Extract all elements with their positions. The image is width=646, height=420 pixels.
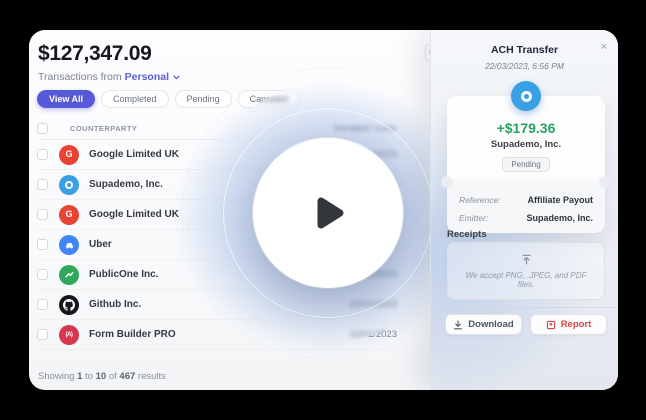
row-checkbox[interactable] bbox=[37, 269, 48, 280]
download-icon bbox=[453, 320, 463, 330]
supademo-icon bbox=[59, 175, 79, 195]
upload-icon bbox=[521, 254, 532, 265]
select-all-checkbox[interactable] bbox=[37, 123, 48, 134]
panel-title: ACH Transfer bbox=[431, 44, 618, 56]
supademo-ring bbox=[65, 181, 73, 189]
receipts-heading: Receipts bbox=[447, 229, 487, 240]
form-builder-icon: (A) bbox=[59, 325, 79, 345]
google-icon: G bbox=[59, 145, 79, 165]
transfer-amount: +$179.36 bbox=[459, 120, 593, 136]
filter-tab-canceled[interactable]: Canceled bbox=[238, 90, 300, 108]
report-button[interactable]: Report bbox=[530, 314, 607, 335]
perforation-notch bbox=[441, 176, 453, 188]
counterparty-name: Supademo, Inc. bbox=[89, 179, 163, 190]
counterparty-name: Google Limited UK bbox=[89, 209, 179, 220]
transfer-receipt-card: +$179.36 Supademo, Inc. Pending Referenc… bbox=[447, 96, 605, 233]
publicone-icon bbox=[59, 265, 79, 285]
counterparty-name: Google Limited UK bbox=[89, 149, 179, 160]
payment-date: 22/01/2023 bbox=[349, 329, 397, 340]
account-name[interactable]: Personal bbox=[125, 71, 169, 83]
row-checkbox[interactable] bbox=[37, 209, 48, 220]
supademo-ring bbox=[521, 91, 532, 102]
filter-tab-view-all[interactable]: View All bbox=[37, 90, 95, 108]
counterparty-name: Github Inc. bbox=[89, 299, 141, 310]
report-label: Report bbox=[561, 319, 592, 330]
status-badge: Pending bbox=[502, 157, 549, 172]
play-button[interactable] bbox=[253, 138, 403, 288]
counterparty-name: Uber bbox=[89, 239, 112, 250]
payment-date: 22/01/2023 bbox=[349, 299, 397, 310]
download-button[interactable]: Download bbox=[445, 314, 522, 335]
reference-value: Affiliate Payout bbox=[527, 195, 593, 205]
column-payment-date: PAYMENT DATE bbox=[334, 124, 397, 133]
supademo-avatar bbox=[511, 81, 541, 111]
report-flag-icon bbox=[546, 320, 556, 330]
play-icon bbox=[302, 187, 354, 239]
avatar-letter: G bbox=[65, 150, 72, 159]
receipt-upload-dropzone[interactable]: We accept PNG, .JPEG, and PDF files. bbox=[447, 242, 605, 300]
emitter-row: Emitter: Supademo, Inc. bbox=[459, 213, 593, 223]
table-row[interactable]: (A) Form Builder PRO 22/01/2023 bbox=[37, 320, 397, 350]
account-selector[interactable]: Transactions from Personal bbox=[38, 71, 180, 83]
transfer-detail-panel: ACH Transfer × 22/03/2023, 6:56 PM +$179… bbox=[430, 30, 618, 390]
receipt-card-top: +$179.36 Supademo, Inc. Pending bbox=[447, 96, 605, 182]
subtitle-text: Transactions from bbox=[38, 71, 122, 83]
transfer-payee: Supademo, Inc. bbox=[459, 139, 593, 150]
app-window: $127,347.09 Transactions from Personal V… bbox=[0, 0, 646, 420]
perforation-notch bbox=[599, 176, 611, 188]
row-checkbox[interactable] bbox=[37, 149, 48, 160]
avatar-letter: (A) bbox=[66, 332, 73, 338]
row-checkbox[interactable] bbox=[37, 299, 48, 310]
dashboard-card: $127,347.09 Transactions from Personal V… bbox=[29, 30, 618, 390]
uber-icon bbox=[59, 235, 79, 255]
reference-row: Reference: Affiliate Payout bbox=[459, 195, 593, 205]
filter-tabs: View All Completed Pending Canceled bbox=[37, 90, 300, 108]
row-checkbox[interactable] bbox=[37, 239, 48, 250]
column-counterparty: COUNTERPARTY bbox=[70, 124, 137, 133]
filter-tab-pending[interactable]: Pending bbox=[175, 90, 232, 108]
google-icon: G bbox=[59, 205, 79, 225]
reference-label: Reference: bbox=[459, 195, 501, 205]
counterparty-name: PublicOne Inc. bbox=[89, 269, 158, 280]
table-row[interactable]: Github Inc. 22/01/2023 bbox=[37, 290, 397, 320]
panel-actions: Download Report bbox=[445, 314, 607, 335]
filter-tab-completed[interactable]: Completed bbox=[101, 90, 169, 108]
emitter-value: Supademo, Inc. bbox=[526, 213, 593, 223]
panel-divider bbox=[431, 307, 618, 308]
table-header: COUNTERPARTY PAYMENT DATE bbox=[37, 118, 397, 140]
receipt-card-bottom: Reference: Affiliate Payout Emitter: Sup… bbox=[447, 182, 605, 233]
chevron-down-icon bbox=[173, 75, 180, 80]
counterparty-name: Form Builder PRO bbox=[89, 329, 176, 340]
row-checkbox[interactable] bbox=[37, 329, 48, 340]
upload-hint: We accept PNG, .JPEG, and PDF files. bbox=[448, 271, 604, 289]
results-summary: Showing 1 to 10 of 467 results bbox=[38, 371, 166, 382]
row-checkbox[interactable] bbox=[37, 179, 48, 190]
avatar-letter: G bbox=[65, 210, 72, 219]
emitter-label: Emitter: bbox=[459, 213, 488, 223]
download-label: Download bbox=[468, 319, 513, 330]
transfer-timestamp: 22/03/2023, 6:56 PM bbox=[431, 61, 618, 71]
balance-amount: $127,347.09 bbox=[38, 42, 151, 66]
close-icon[interactable]: × bbox=[601, 42, 607, 53]
github-icon bbox=[59, 295, 79, 315]
